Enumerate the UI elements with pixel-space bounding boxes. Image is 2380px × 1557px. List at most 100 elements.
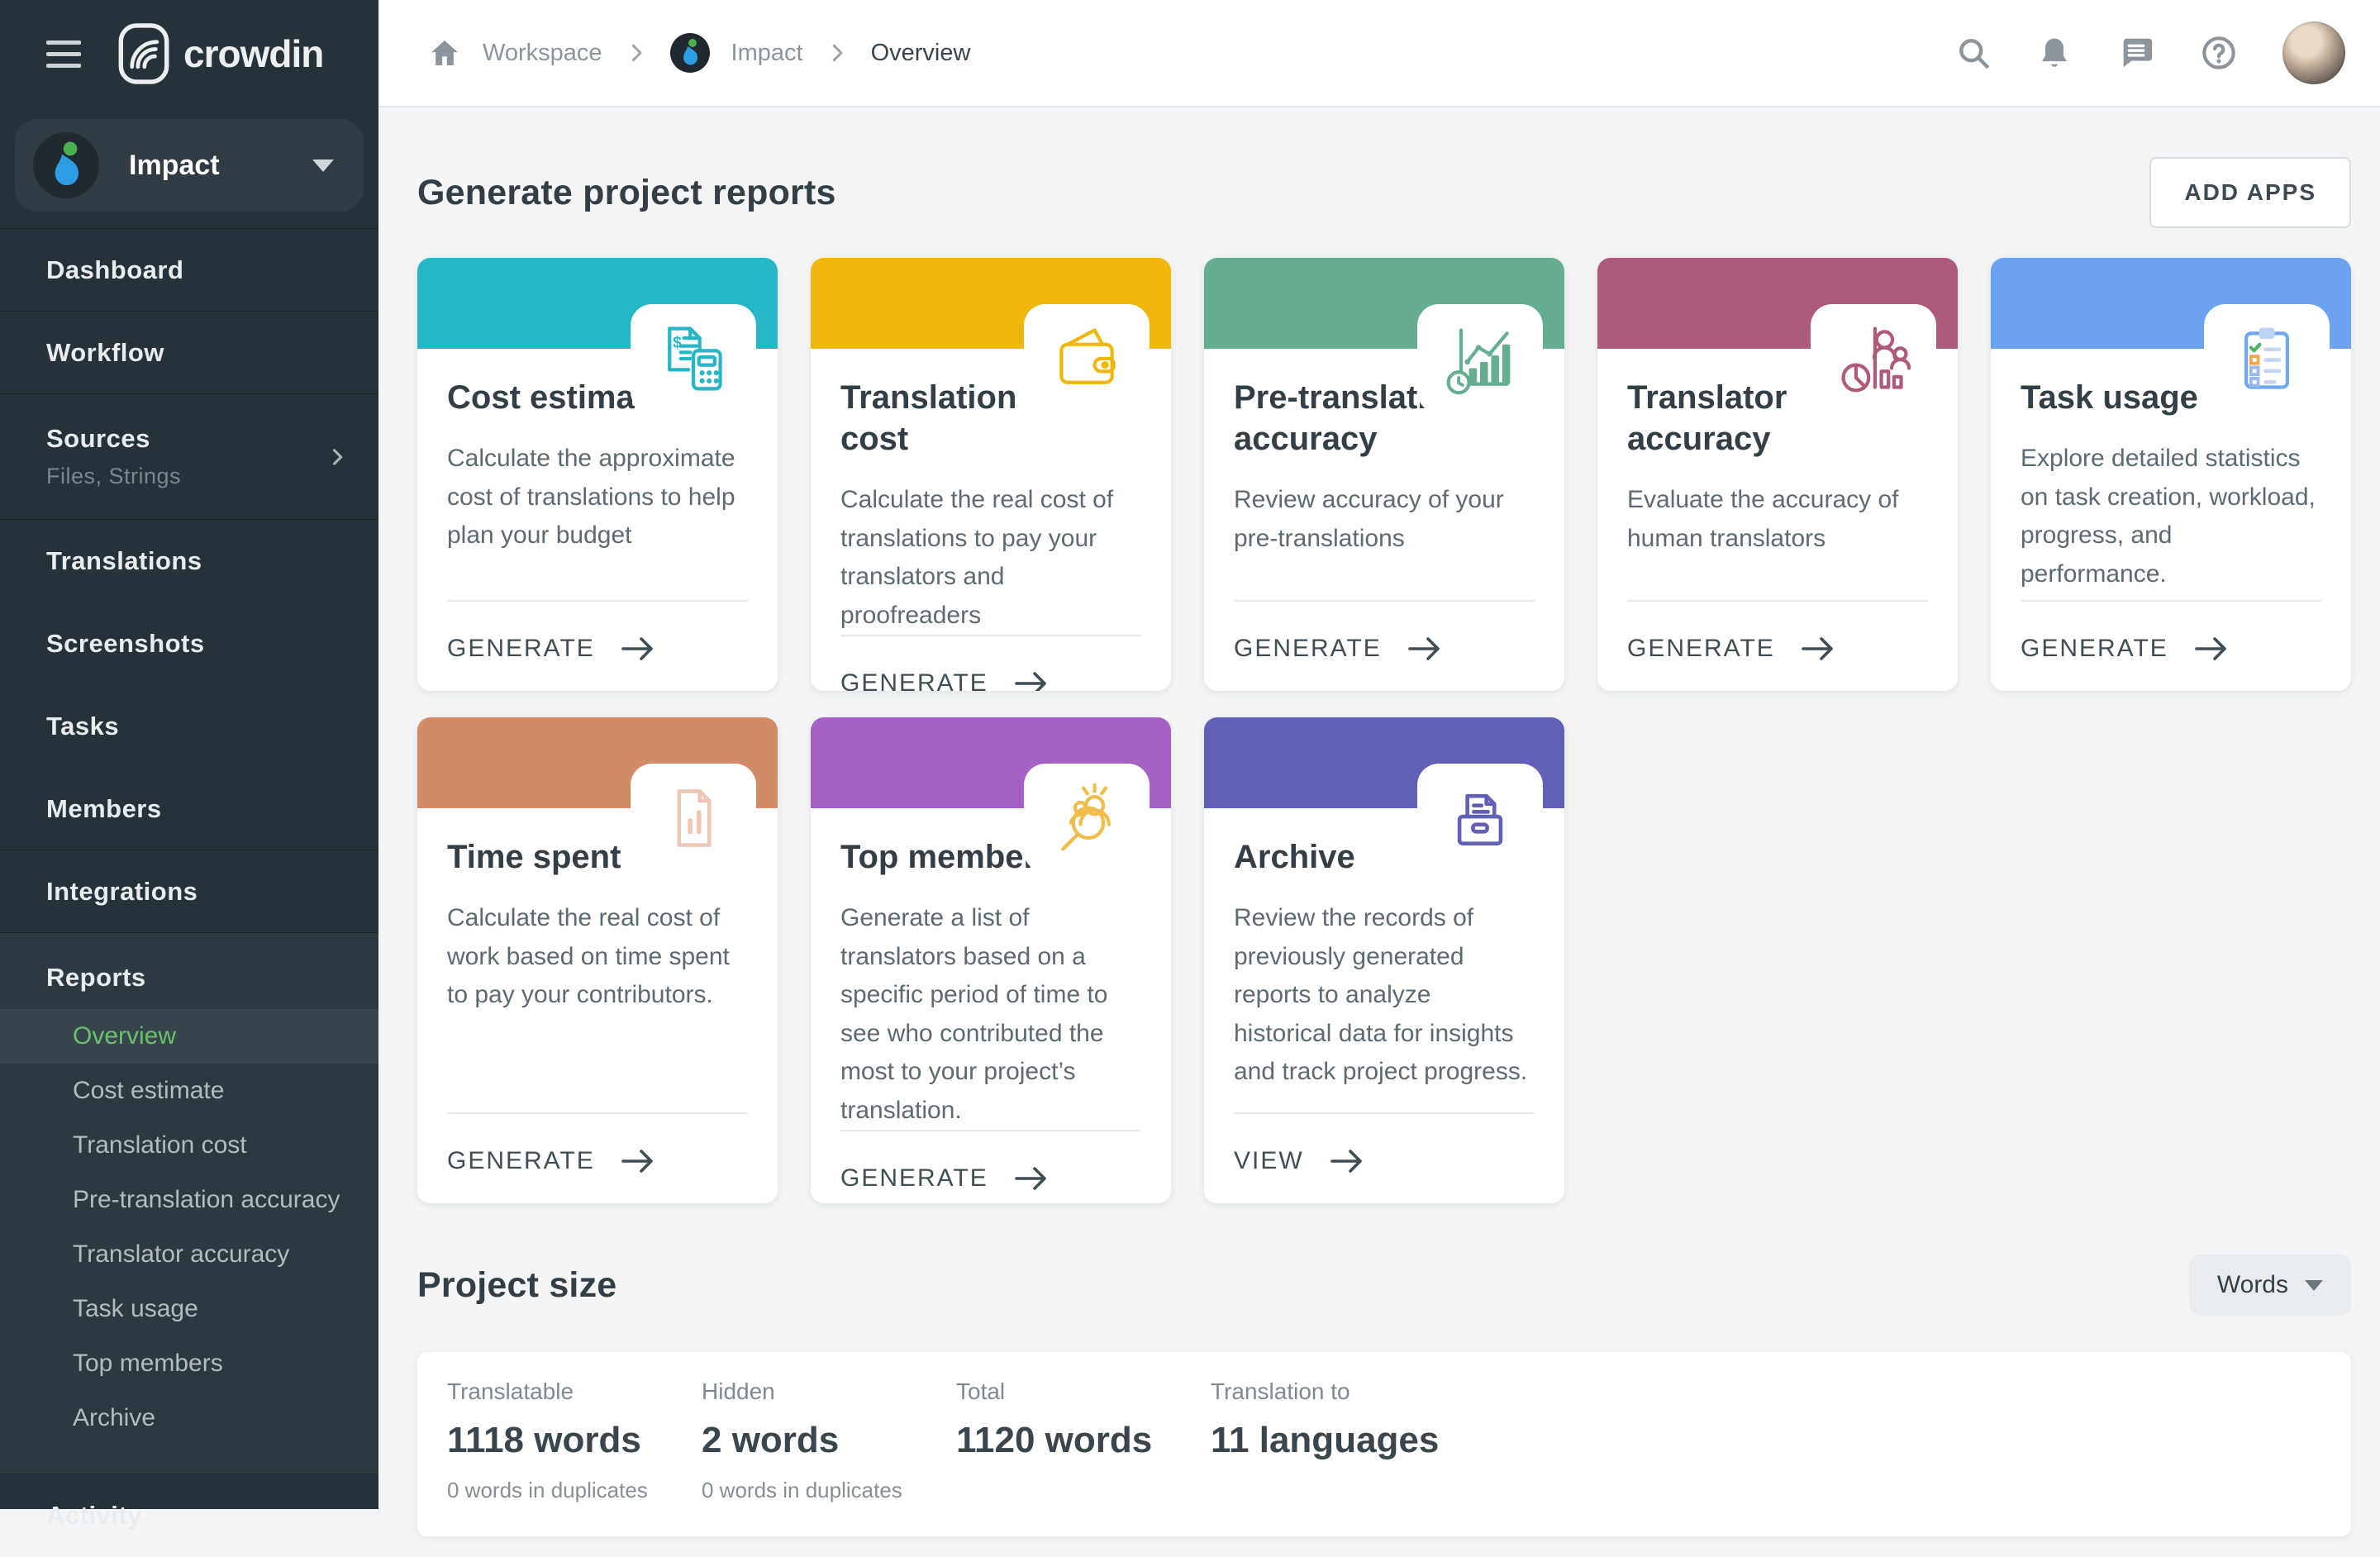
report-card-icon (1442, 780, 1518, 856)
card-icon-badge (1417, 304, 1543, 413)
card-action-link[interactable]: GENERATE (447, 600, 748, 663)
reports-submenu-item[interactable]: Cost estimate (0, 1064, 378, 1118)
sidebar-header: crowdin (0, 0, 378, 107)
report-card-icon (2229, 321, 2305, 397)
card-icon-badge (1811, 304, 1936, 413)
sidebar-item[interactable]: Members (0, 768, 378, 850)
search-icon[interactable] (1955, 35, 1992, 71)
card-icon-badge (1024, 304, 1150, 413)
sidebar-item[interactable]: Screenshots (0, 602, 378, 685)
notifications-bell-icon[interactable] (2036, 35, 2073, 71)
report-card-icon (1442, 321, 1518, 397)
report-card-icon (1835, 321, 1911, 397)
chevron-right-icon (624, 40, 649, 65)
arrow-right-icon (1407, 635, 1443, 663)
help-icon[interactable] (2200, 34, 2238, 72)
project-avatar (33, 132, 99, 198)
sidebar-item[interactable]: Dashboard (0, 229, 378, 312)
reports-submenu: Overview Cost estimate Translation cost … (0, 1009, 378, 1445)
reports-submenu-item[interactable]: Task usage (0, 1282, 378, 1336)
card-icon-badge (1417, 764, 1543, 873)
breadcrumb-project[interactable]: Impact (731, 40, 803, 67)
report-card-icon (655, 321, 731, 397)
card-action-link[interactable]: GENERATE (447, 1112, 748, 1175)
card-description: Calculate the real cost of work based on… (447, 899, 748, 1015)
reports-submenu-item[interactable]: Translator accuracy (0, 1227, 378, 1282)
reports-submenu-item[interactable]: Pre-translation accuracy (0, 1173, 378, 1227)
sidebar-reports-group: Reports Overview Cost estimate Translati… (0, 933, 378, 1474)
chevron-down-icon (312, 160, 334, 172)
arrow-right-icon (1329, 1147, 1365, 1175)
sidebar-item[interactable]: Tasks (0, 685, 378, 768)
card-icon-badge (631, 764, 756, 873)
topbar: Workspace Impact Overview (378, 0, 2380, 107)
report-card-icon (1049, 321, 1125, 397)
sidebar-nav: Dashboard Workflow Sources Files, String… (0, 228, 378, 933)
reports-submenu-item[interactable]: Archive (0, 1391, 378, 1445)
stat-column: Hidden 2 words 0 words in duplicates (702, 1378, 956, 1503)
chevron-down-icon (2305, 1280, 2323, 1291)
crowdin-logo-icon (117, 22, 170, 85)
sidebar: crowdin Impact Dashboard Workflow Source… (0, 0, 378, 1509)
sidebar-item-activity[interactable]: Activity (0, 1474, 378, 1557)
units-dropdown-value: Words (2217, 1271, 2288, 1299)
card-icon-badge (1024, 764, 1150, 873)
reports-header-row: Generate project reports ADD APPS (417, 157, 2351, 228)
breadcrumb: Workspace Impact Overview (428, 33, 1955, 73)
card-icon-badge (631, 304, 756, 413)
report-card: Time spent Calculate the real cost of wo… (417, 717, 778, 1203)
card-action-link[interactable]: GENERATE (840, 635, 1141, 691)
arrow-right-icon (2193, 635, 2230, 663)
card-action-link[interactable]: GENERATE (2021, 600, 2321, 663)
report-card: Cost estimate Calculate the approximate … (417, 258, 778, 691)
report-card: Archive Review the records of previously… (1204, 717, 1564, 1203)
arrow-right-icon (1800, 635, 1836, 663)
crowdin-wordmark: crowdin (183, 31, 323, 76)
project-size-header-row: Project size Words (417, 1255, 2351, 1316)
user-avatar[interactable] (2282, 21, 2345, 84)
report-card: Task usage Explore detailed statistics o… (1991, 258, 2351, 691)
report-card: Pre-translation accuracy Review accuracy… (1204, 258, 1564, 691)
units-dropdown[interactable]: Words (2189, 1255, 2351, 1316)
report-cards-row1: Cost estimate Calculate the approximate … (417, 258, 2351, 691)
sidebar-item[interactable]: Integrations (0, 850, 378, 933)
home-icon[interactable] (428, 36, 461, 69)
arrow-right-icon (620, 1147, 656, 1175)
card-description: Calculate the approximate cost of transl… (447, 440, 748, 555)
sidebar-item[interactable]: Sources Files, Strings (0, 394, 378, 520)
report-card: Top members Generate a list of translato… (811, 717, 1171, 1203)
card-description: Evaluate the accuracy of human translato… (1627, 481, 1928, 558)
main-content: Generate project reports ADD APPS Cost e… (378, 107, 2380, 1509)
add-apps-button[interactable]: ADD APPS (2149, 157, 2351, 228)
breadcrumb-workspace[interactable]: Workspace (483, 40, 602, 67)
report-card: Translation cost Calculate the real cost… (811, 258, 1171, 691)
project-selector[interactable]: Impact (15, 119, 364, 212)
card-description: Calculate the real cost of translations … (840, 481, 1141, 635)
page-title: Generate project reports (417, 173, 836, 213)
project-name: Impact (129, 150, 312, 182)
reports-submenu-item[interactable]: Translation cost (0, 1118, 378, 1173)
card-icon-badge (2204, 304, 2330, 413)
reports-submenu-item[interactable]: Top members (0, 1336, 378, 1391)
card-action-link[interactable]: VIEW (1234, 1112, 1535, 1175)
card-action-link[interactable]: GENERATE (1627, 600, 1928, 663)
chevron-right-icon (326, 445, 349, 469)
stat-column: Total 1120 words (956, 1378, 1211, 1503)
breadcrumb-current: Overview (871, 40, 971, 67)
card-description: Review accuracy of your pre-translations (1234, 481, 1535, 558)
menu-icon[interactable] (46, 40, 81, 68)
crowdin-logo[interactable]: crowdin (117, 22, 323, 85)
sidebar-item[interactable]: Translations (0, 520, 378, 602)
report-cards-row2: Time spent Calculate the real cost of wo… (417, 717, 2351, 1203)
card-description: Review the records of previously generat… (1234, 899, 1535, 1092)
sidebar-item-reports[interactable]: Reports (0, 933, 378, 1009)
chevron-right-icon (825, 40, 850, 65)
sidebar-item[interactable]: Workflow (0, 312, 378, 394)
reports-submenu-item[interactable]: Overview (0, 1009, 378, 1064)
chat-icon[interactable] (2117, 34, 2155, 72)
breadcrumb-project-avatar (670, 33, 710, 73)
card-action-link[interactable]: GENERATE (1234, 600, 1535, 663)
card-description: Explore detailed statistics on task crea… (2021, 440, 2321, 593)
card-action-link[interactable]: GENERATE (840, 1130, 1141, 1193)
project-size-title: Project size (417, 1265, 616, 1306)
